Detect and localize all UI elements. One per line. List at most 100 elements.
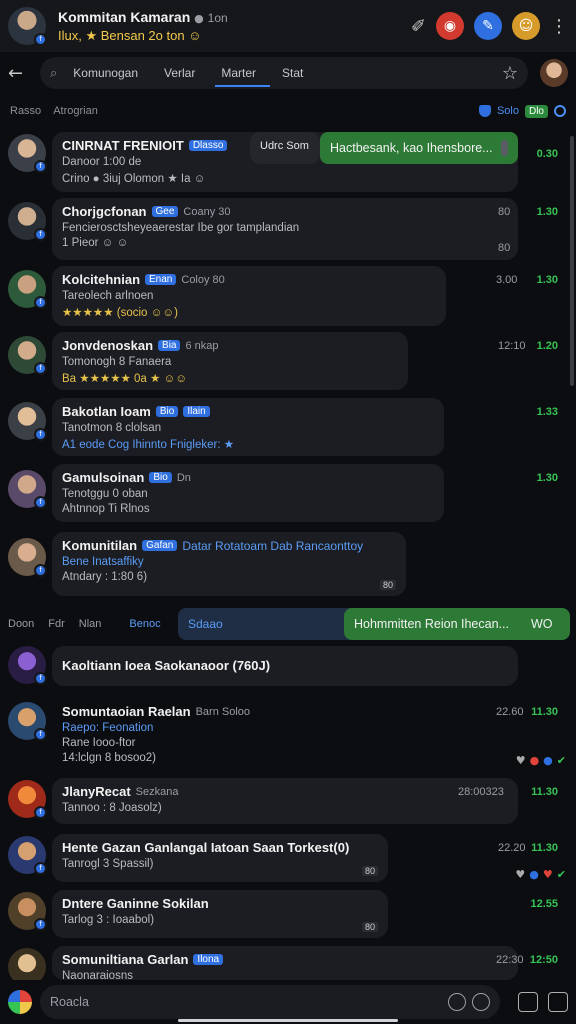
reply-bubble[interactable]: Hactbesank, kao Ihensbore... [320,132,518,164]
contact-name: CINRNAT FRENIOIT [62,138,184,153]
tab-komunogan[interactable]: Komunogan [73,57,138,89]
scrollbar[interactable] [570,136,574,386]
alert-dot-icon: ♥ [542,868,553,881]
contact-avatar: f [8,702,47,741]
contact-name: Somuniltiana Garlan [62,952,189,967]
message-preview: JlanyRecat Sezkana Tannoo : 8 Joasolz) [52,778,518,824]
tab-stat[interactable]: Stat [282,57,303,89]
contact-name: Jonvdenoskan [62,338,154,353]
contact-avatar: f [8,470,47,509]
contact-name: Kolcitehnian [62,272,141,287]
contact-meta: Datar Rotatoam Dab Rancaonttoy [182,538,364,553]
heart-icon: ♥ [515,754,526,767]
check-icon: ✔ [556,754,566,767]
contact-avatar: f [8,538,47,577]
chat-row[interactable]: f Komunitilan Gafan Datar Rotatoam Dab Ran… [0,532,576,598]
chat-row[interactable]: f Chorjgcfonan Gee Coany 30 Fencierosctshe… [0,198,576,262]
info-dot-icon: ● [529,868,539,881]
chat-row[interactable]: f CINRNAT FRENIOIT Dlasso Danoor 1:00 de … [0,132,576,194]
chat-row[interactable]: f Kolcitehnian Enan Coloy 80 Tareolech arl… [0,266,576,328]
chat-row[interactable]: f Bakotlan Ioam Bio Ilain Tanotmon 8 clols… [0,398,576,460]
filter-item-active[interactable]: Benoc [129,618,160,630]
preview-line: Fencierosctsheyeaerestar Ibe gor tamplan… [62,222,300,234]
quoted-label: Udrc Som [250,132,320,164]
edit-button[interactable]: ✎ [474,12,502,40]
contact-name: Hente Gazan Ganlangal Iatoan Saan Torkes… [62,840,350,855]
tab-strip: ⌕ Komunogan Verlar Marter Stat ☆ [40,57,528,89]
filter-item[interactable]: Fdr [48,618,65,630]
avatar-button[interactable]: ☺ [512,12,540,40]
message-preview: Komunitilan Gafan Datar Rotatoam Dab Ranca… [52,532,406,596]
shield-icon [478,105,491,117]
pin-icon[interactable]: ✐ [411,16,426,37]
tab-verlar[interactable]: Verlar [164,57,195,89]
preview-line: Tomonogh 8 Fanaera [62,356,172,368]
preview-line: 14:lclgn 8 bosoo2) [62,752,156,764]
preview-line: 1 Pieor ☺ ☺ [62,237,129,249]
chat-row[interactable]: f Gamulsoinan Bio Dn Tenotggu 0 oban Ahtnn… [0,464,576,526]
message-time: 22.60 [496,706,524,718]
chat-row[interactable]: Somuniltiana Garlan Ilona Naonaraiosns 22… [0,946,576,986]
app-logo-icon[interactable] [8,990,32,1014]
chat-row[interactable]: f Jonvdenoskan Bia 6 nkap Tomonogh 8 Fanae… [0,332,576,394]
message-input[interactable]: Roacla [40,985,500,1019]
verified-badge-icon: f [34,672,47,685]
attach-icon[interactable] [472,993,490,1011]
chat-row[interactable]: f Somuntaoian Raelan Barn Soloo Raepo: Fe… [0,698,576,772]
contact-meta: Coany 30 [183,205,231,218]
top-bar: f Kommitan Kamaran ● 1on Ilux, ★ Bensan … [0,0,576,52]
message-count: 80 [498,242,511,254]
reply-bubble[interactable]: Hohmmitten Reion Ihecan... WO [344,608,570,640]
chat-row[interactable]: f JlanyRecat Sezkana Tannoo : 8 Joasolz) … [0,778,576,828]
preview-line: Tanotmon 8 clolsan [62,422,162,434]
contact-avatar: f [8,646,47,685]
message-time: 12:50 [529,954,558,966]
emoji-icon[interactable] [448,993,466,1011]
ring-icon [554,105,566,117]
chat-row[interactable]: f Hente Gazan Ganlangal Iatoan Saan Tork… [0,834,576,886]
verified-badge-icon: f [34,564,47,577]
contact-name: Dntere Ganinne Sokilan [62,896,209,911]
message-time: 3.00 [496,274,518,286]
verified-badge-icon: f [34,728,47,741]
highlight-chip[interactable]: Sdaao [178,608,358,640]
message-time: 1.33 [536,406,558,418]
filter-item[interactable]: Doon [8,618,34,630]
message-time: 1.30 [536,472,558,484]
message-preview: Hente Gazan Ganlangal Iatoan Saan Torkes… [52,834,388,882]
preview-line: Raepo: Feonation [62,722,154,734]
search-icon[interactable]: ⌕ [50,66,57,81]
contact-tag: Bio [149,472,172,483]
verified-badge-icon: f [34,862,47,875]
preview-line: Tareolech arlnoen [62,290,154,302]
user-avatar[interactable] [540,59,568,87]
header-text: Kommitan Kamaran ● 1on Ilux, ★ Bensan 2o… [58,9,411,44]
section-label: Rasso [10,105,42,117]
more-options-icon[interactable]: ⋮ [550,16,568,37]
image-thumbnail-icon [500,140,508,156]
message-preview: Bakotlan Ioam Bio Ilain Tanotmon 8 clolsan… [52,398,444,456]
contact-name: Somuntaoian Raelan [62,704,191,719]
chat-row[interactable]: f Dntere Ganinne Sokilan Tarlog 3 : Ioaa… [0,890,576,942]
gallery-icon[interactable] [518,992,538,1012]
tab-marter[interactable]: Marter [215,57,270,89]
contact-avatar: f [8,836,47,875]
back-arrow-icon[interactable]: ← [8,63,40,84]
verified-badge-icon: f [34,918,47,931]
contact-meta: Coloy 80 [181,273,225,286]
contact-name: Bakotlan Ioam [62,404,151,419]
profile-avatar[interactable]: f [8,7,47,46]
preview-line: Tannoo : 8 Joasolz) [62,802,162,814]
chat-row[interactable]: f Kaoltiann Ioea Saokanaoor (760J) [0,646,576,690]
chat-list: f CINRNAT FRENIOIT Dlasso Danoor 1:00 de … [0,124,576,986]
message-preview: Somuntaoian Raelan Barn Soloo Raepo: Feon… [52,698,352,770]
star-icon[interactable]: ☆ [502,63,518,84]
message-count-badge: 80 [379,580,396,590]
alert-button[interactable]: ◉ [436,12,464,40]
contact-avatar: f [8,780,47,819]
book-icon[interactable] [548,992,568,1012]
filter-item[interactable]: Nlan [79,618,102,630]
composer-bar: Roacla [0,980,576,1024]
preview-line: Bene Inatsaffiky [62,556,144,568]
reply-code: WO [530,617,553,631]
